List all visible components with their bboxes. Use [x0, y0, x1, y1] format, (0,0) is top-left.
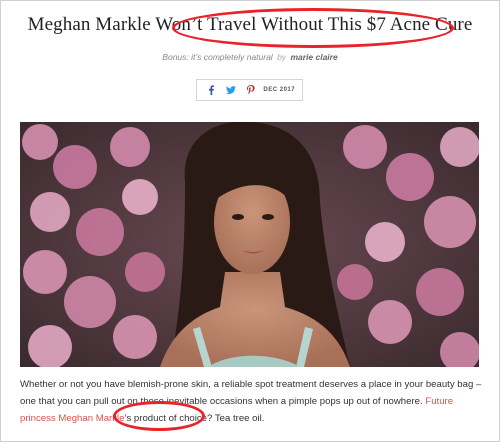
facebook-icon[interactable]: [204, 83, 218, 97]
article-title: Meghan Markle Won’t Travel Without This …: [27, 14, 473, 35]
article-subtitle: Bonus: it’s completely natural by marie …: [0, 52, 500, 62]
hero-image: [20, 122, 479, 367]
article-paragraph: Whether or not you have blemish-prone sk…: [20, 376, 490, 427]
subtitle-text: Bonus: it’s completely natural: [162, 52, 273, 62]
twitter-icon[interactable]: [224, 83, 238, 97]
paragraph-text: Whether or not you have blemish-prone sk…: [20, 379, 482, 407]
pinterest-icon[interactable]: [244, 83, 258, 97]
source-name[interactable]: marie claire: [290, 52, 337, 62]
article-date: DEC 2017: [263, 87, 296, 93]
hero-photo-illustration: [20, 122, 479, 367]
byline-by: by: [277, 52, 287, 62]
share-bar: DEC 2017: [196, 79, 303, 101]
paragraph-text-end: ’s product of choice? Tea tree oil.: [124, 413, 265, 424]
